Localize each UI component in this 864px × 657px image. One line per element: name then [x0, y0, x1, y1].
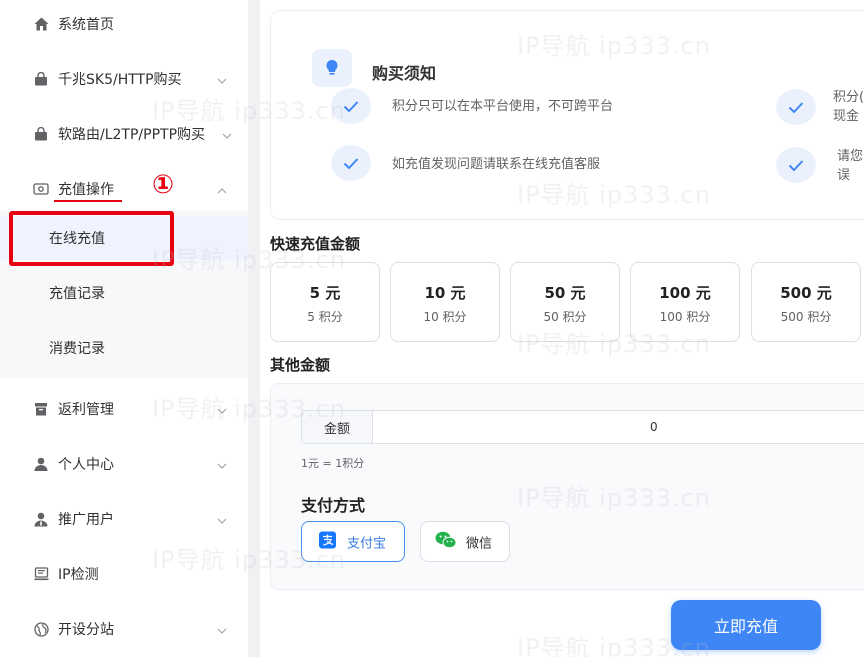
sidebar-item-rebate[interactable]: 返利管理	[0, 389, 248, 429]
notice-item-line: 误	[837, 168, 851, 183]
wechat-icon	[435, 531, 457, 553]
sidebar-item-sk5-purchase[interactable]: 千兆SK5/HTTP购买	[0, 59, 248, 99]
notice-title: 购买须知	[372, 64, 437, 83]
sidebar-item-label: 个人中心	[58, 457, 114, 473]
check-icon	[776, 89, 816, 125]
sidebar: 系统首页 千兆SK5/HTTP购买 软路由/L2TP/PPTP购买 充值操作 在…	[0, 0, 248, 657]
sidebar-item-open-substation[interactable]: 开设分站	[0, 609, 248, 649]
notice-item-line: 积分(	[833, 90, 864, 105]
sidebar-item-recharge[interactable]: 充值操作	[0, 169, 248, 209]
alipay-label: 支付宝	[347, 536, 387, 551]
chevron-down-icon	[217, 404, 227, 414]
wallet-icon	[33, 181, 49, 197]
submit-recharge-button[interactable]: 立即充值	[671, 600, 821, 650]
lightbulb-icon	[312, 49, 352, 87]
amount-points: 50 积分	[543, 310, 587, 324]
main-content: 购买须知 积分只可以在本平台使用，不可跨平台 积分( 现金 如充值发现问题请联系…	[260, 0, 864, 657]
alipay-button[interactable]: 支付宝	[301, 521, 405, 562]
chevron-down-icon	[222, 129, 232, 139]
sidebar-item-label: 开设分站	[58, 622, 114, 638]
user-plus-icon	[33, 511, 49, 527]
submenu-item-consumption-records[interactable]: 消费记录	[0, 326, 248, 370]
amount-option-100[interactable]: 100 元 100 积分	[630, 262, 740, 342]
sidebar-item-router-purchase[interactable]: 软路由/L2TP/PPTP购买	[0, 114, 248, 154]
notice-item: 如充值发现问题请联系在线充值客服	[392, 157, 601, 172]
sidebar-item-promote-users[interactable]: 推广用户	[0, 499, 248, 539]
check-icon	[331, 88, 371, 124]
bag-icon	[33, 126, 49, 142]
payment-method-title: 支付方式	[301, 496, 366, 515]
submenu-item-recharge-records[interactable]: 充值记录	[0, 271, 248, 315]
submenu-item-online-recharge[interactable]: 在线充值	[0, 216, 248, 260]
amount-value: 500 元	[780, 284, 832, 302]
notice-item-line: 请您	[837, 149, 864, 164]
wechat-pay-button[interactable]: 微信	[420, 521, 510, 562]
amount-option-50[interactable]: 50 元 50 积分	[510, 262, 620, 342]
exchange-rate: 1元 = 1积分	[301, 457, 365, 470]
amount-option-5[interactable]: 5 元 5 积分	[270, 262, 380, 342]
amount-input[interactable]	[374, 411, 864, 443]
chevron-down-icon	[217, 624, 227, 634]
chevron-down-icon	[217, 74, 227, 84]
user-icon	[33, 456, 49, 472]
wechat-label: 微信	[466, 536, 493, 551]
panel-divider	[248, 0, 260, 657]
sidebar-item-ip-check[interactable]: IP检测	[0, 554, 248, 594]
sidebar-item-label: 系统首页	[58, 17, 114, 33]
annotation-underline	[54, 200, 122, 202]
sidebar-item-label: 软路由/L2TP/PPTP购买	[58, 127, 206, 143]
quick-amount-title: 快速充值金额	[270, 235, 361, 253]
notice-item-line: 现金	[833, 109, 860, 124]
amount-points: 10 积分	[423, 310, 467, 324]
sidebar-item-label: 推广用户	[58, 512, 114, 528]
check-icon	[776, 147, 816, 183]
globe-icon	[33, 621, 49, 637]
amount-input-group: 金额	[301, 410, 864, 444]
amount-value: 5 元	[309, 284, 341, 302]
chevron-down-icon	[217, 459, 227, 469]
sidebar-item-home[interactable]: 系统首页	[0, 4, 248, 44]
alipay-icon	[319, 531, 336, 552]
chevron-down-icon	[217, 514, 227, 524]
amount-value: 100 元	[659, 284, 711, 302]
notice-card: 购买须知 积分只可以在本平台使用，不可跨平台 积分( 现金 如充值发现问题请联系…	[270, 10, 864, 220]
amount-points: 5 积分	[307, 310, 343, 324]
sidebar-item-profile[interactable]: 个人中心	[0, 444, 248, 484]
chevron-up-icon	[217, 184, 227, 194]
annotation-marker: ①	[152, 170, 175, 200]
bag-icon	[33, 71, 49, 87]
sidebar-item-label: IP检测	[58, 567, 99, 583]
submenu-item-label: 消费记录	[49, 341, 105, 357]
amount-option-500[interactable]: 500 元 500 积分	[751, 262, 861, 342]
amount-option-10[interactable]: 10 元 10 积分	[390, 262, 500, 342]
submenu-item-label: 充值记录	[49, 286, 105, 302]
sidebar-item-label: 千兆SK5/HTTP购买	[58, 72, 182, 88]
notice-item: 积分只可以在本平台使用，不可跨平台	[392, 99, 614, 114]
amount-points: 100 积分	[659, 310, 711, 324]
amount-value: 50 元	[544, 284, 586, 302]
other-amount-title: 其他金额	[270, 356, 331, 374]
submenu-item-label: 在线充值	[49, 231, 105, 247]
amount-points: 500 积分	[780, 310, 832, 324]
sidebar-item-label: 返利管理	[58, 402, 114, 418]
home-icon	[33, 16, 49, 32]
gift-icon	[33, 401, 49, 417]
sidebar-item-label: 充值操作	[58, 182, 114, 198]
amount-input-prefix: 金额	[302, 411, 373, 443]
check-icon	[331, 145, 371, 181]
monitor-icon	[33, 566, 49, 582]
amount-value: 10 元	[424, 284, 466, 302]
